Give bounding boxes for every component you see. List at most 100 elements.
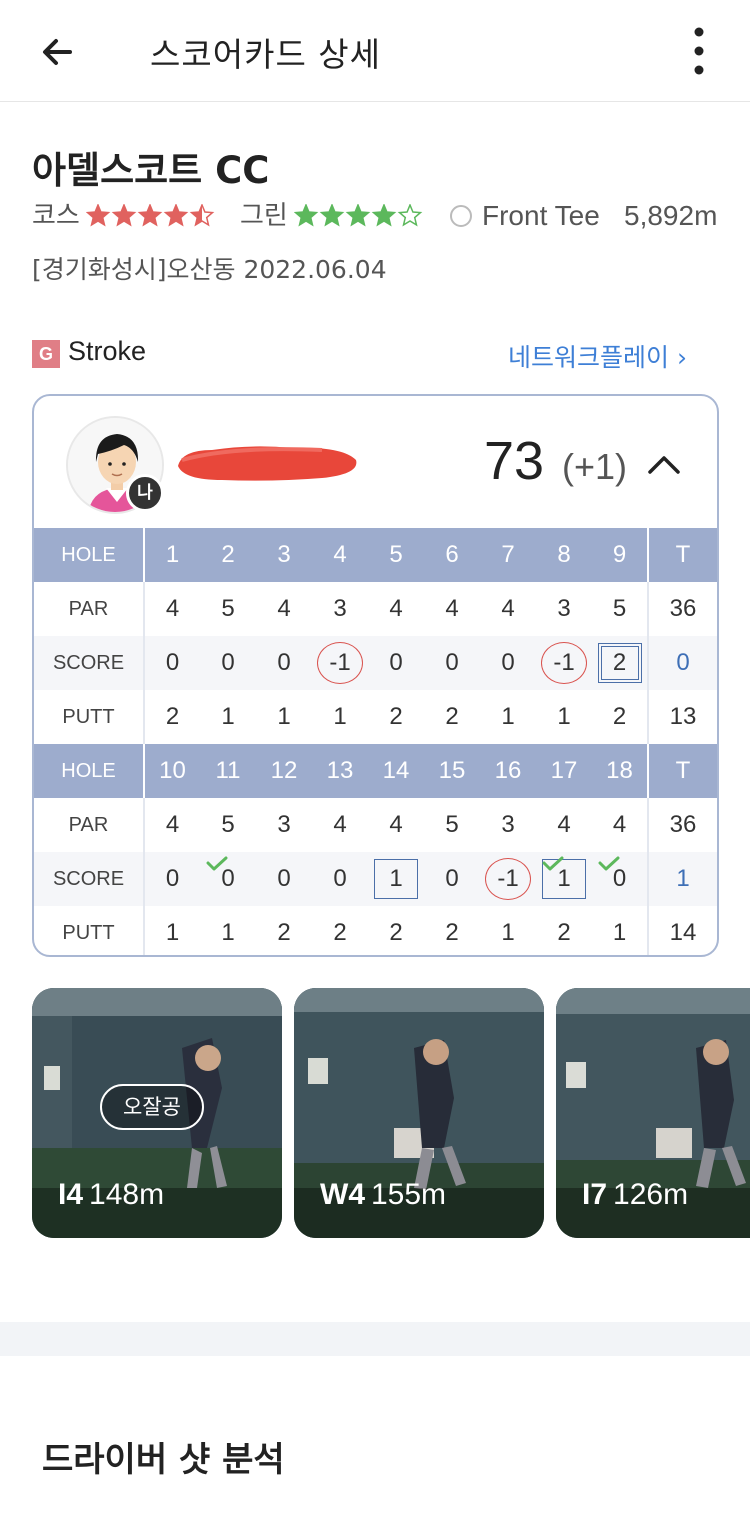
score-cell: 3 xyxy=(557,595,571,622)
score-cell: 17 xyxy=(536,744,592,798)
score-value: 0 xyxy=(389,649,403,676)
shot-distance: 155m xyxy=(371,1178,447,1211)
score-cell: 3 xyxy=(501,811,515,838)
score-cell: 8 xyxy=(536,528,592,582)
shot-video-card[interactable]: W4 155m xyxy=(294,988,544,1238)
row-label: PAR xyxy=(68,597,109,620)
score-table: HOLE 1 2 3 4 5 6 7 8 9 T PAR 4 5 4 3 4 4 4 3 5 36 SCORE 0 0 0 -1 0 0… xyxy=(34,528,717,955)
score-cell: 3 xyxy=(256,528,312,582)
shot-video-card[interactable]: I7 126m xyxy=(556,988,750,1238)
section-divider xyxy=(0,1322,750,1356)
star-icon xyxy=(86,204,111,227)
score-value: -1 xyxy=(541,642,587,684)
table-row: PUTT 2 1 1 1 2 2 1 1 2 13 xyxy=(34,690,717,744)
score-cell: 1 xyxy=(536,852,592,906)
shot-club: I7 xyxy=(582,1178,608,1211)
score-cell: 0 xyxy=(143,852,200,906)
score-cell: 2 xyxy=(557,919,571,946)
score-cell: 0 xyxy=(200,636,256,690)
score-value: 0 xyxy=(165,865,180,892)
shot-video-card[interactable]: 오잘공 I4 148m xyxy=(32,988,282,1238)
total-cell: 1 xyxy=(647,852,717,906)
total-cell: 0 xyxy=(647,636,717,690)
score-cell: 4 xyxy=(143,582,200,636)
tee-name: Front Tee xyxy=(482,200,600,231)
network-play-link[interactable]: 네트워크플레이 › xyxy=(508,338,687,374)
score-cell: 4 xyxy=(501,595,515,622)
score-cell: 1 xyxy=(368,852,424,906)
shot-label: I7 126m xyxy=(582,1178,688,1212)
score-cell: 3 xyxy=(277,811,291,838)
score-cell: 2 xyxy=(389,703,403,730)
shot-distance: 126m xyxy=(613,1178,689,1211)
score-cell: 1 xyxy=(143,906,200,955)
scorecard-card: 나 73 (+1) HOLE 1 2 3 4 5 6 7 8 9 T PAR 4 5 4 3 4 4 4 3 5 36 SC… xyxy=(32,394,719,957)
score-cell: 4 xyxy=(277,595,291,622)
score-cell: 4 xyxy=(143,798,200,852)
score-cell: 1 xyxy=(277,703,291,730)
score-cell: 2 xyxy=(143,690,200,744)
check-icon xyxy=(206,856,228,871)
course-rating-label: 코스 xyxy=(32,201,80,231)
shot-distance: 148m xyxy=(89,1178,165,1211)
score-cell: 1 xyxy=(333,703,347,730)
score-cell: 15 xyxy=(424,744,480,798)
score-cell: 10 xyxy=(143,744,200,798)
score-value: -1 xyxy=(485,858,531,900)
table-row: SCORE 0 0 0 -1 0 0 0 -1 2 0 xyxy=(34,636,717,690)
chevron-up-icon[interactable] xyxy=(646,450,682,480)
star-icon xyxy=(189,204,215,227)
table-row: HOLE 10 11 12 13 14 15 16 17 18 T xyxy=(34,744,717,798)
score-value: 2 xyxy=(597,643,642,683)
score-cell: 0 xyxy=(480,636,536,690)
total-cell: 36 xyxy=(647,582,717,636)
score-cell: 4 xyxy=(612,811,627,838)
score-value: 0 xyxy=(445,649,459,676)
table-row: SCORE 0 0 0 0 1 0 -1 1 0 1 xyxy=(34,852,717,906)
score-cell: 12 xyxy=(256,744,312,798)
total-cell: 36 xyxy=(647,798,717,852)
shot-video-carousel[interactable]: 오잘공 I4 148m W4 155m I7 126m xyxy=(32,988,750,1240)
score-cell: 2 xyxy=(445,703,459,730)
score-cell: 4 xyxy=(389,595,403,622)
star-icon xyxy=(319,204,345,227)
star-icon xyxy=(345,204,371,227)
total-cell: T xyxy=(647,528,717,582)
score-cell: 4 xyxy=(445,595,459,622)
score-cell: 2 xyxy=(592,636,648,690)
score-cell: 18 xyxy=(592,744,648,798)
shot-club: W4 xyxy=(320,1178,365,1211)
score-cell: -1 xyxy=(480,852,536,906)
score-value: 0 xyxy=(277,865,291,892)
star-icon xyxy=(137,204,163,227)
arrow-left-icon[interactable] xyxy=(36,30,80,74)
score-value: 0 xyxy=(445,865,459,892)
score-value: 0 xyxy=(501,649,515,676)
score-cell: 2 xyxy=(612,703,627,730)
app-header: 스코어카드 상세 xyxy=(0,0,750,102)
score-cell: -1 xyxy=(312,636,368,690)
total-score: 73 xyxy=(484,431,545,491)
shot-club: I4 xyxy=(58,1178,84,1211)
score-cell: 2 xyxy=(333,919,347,946)
score-cell: 5 xyxy=(221,811,235,838)
score-cell: -1 xyxy=(536,636,592,690)
score-cell: 5 xyxy=(445,811,459,838)
score-cell: 14 xyxy=(368,744,424,798)
total-cell: 14 xyxy=(647,906,717,955)
page-title: 스코어카드 상세 xyxy=(150,35,382,74)
row-label: HOLE xyxy=(34,744,144,798)
score-cell: 4 xyxy=(389,811,403,838)
score-cell: 5 xyxy=(612,595,627,622)
green-rating-label: 그린 xyxy=(240,201,288,231)
score-cell: 9 xyxy=(592,528,648,582)
game-mode-badge: G xyxy=(32,340,60,368)
course-rating-row: 코스 그린 Front Tee 5,892m xyxy=(32,198,732,234)
score-cell: 13 xyxy=(312,744,368,798)
row-label: SCORE xyxy=(34,636,144,690)
green-rating-stars-icon xyxy=(294,204,423,227)
more-vertical-icon[interactable] xyxy=(684,24,714,80)
location-date: [경기화성시]오산동 2022.06.04 xyxy=(32,255,387,284)
shot-label: I4 148m xyxy=(58,1178,164,1212)
score-cell: 1 xyxy=(501,919,515,946)
